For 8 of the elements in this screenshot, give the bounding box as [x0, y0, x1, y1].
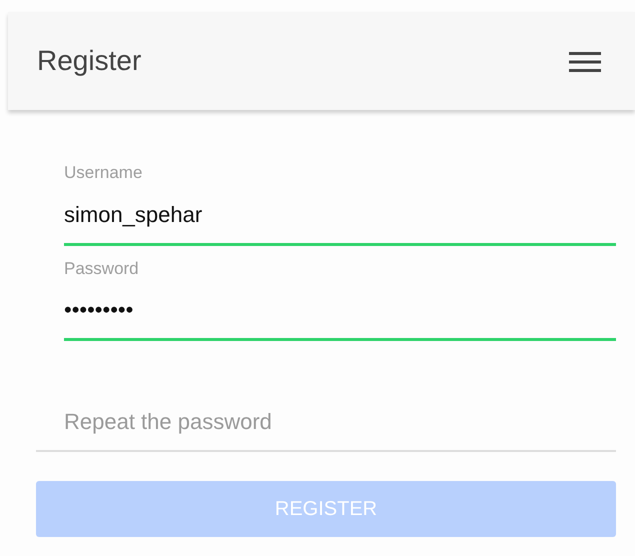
menu-button[interactable] — [569, 50, 601, 72]
page-title: Register — [37, 44, 142, 78]
field-label: Password — [64, 258, 140, 280]
menu-icon — [569, 50, 601, 73]
field-label: Username — [64, 162, 144, 184]
password-field[interactable]: ••••••••• — [64, 289, 616, 341]
text-field[interactable]: simon_spehar — [64, 194, 616, 246]
password-field[interactable]: Repeat the password — [36, 401, 616, 452]
